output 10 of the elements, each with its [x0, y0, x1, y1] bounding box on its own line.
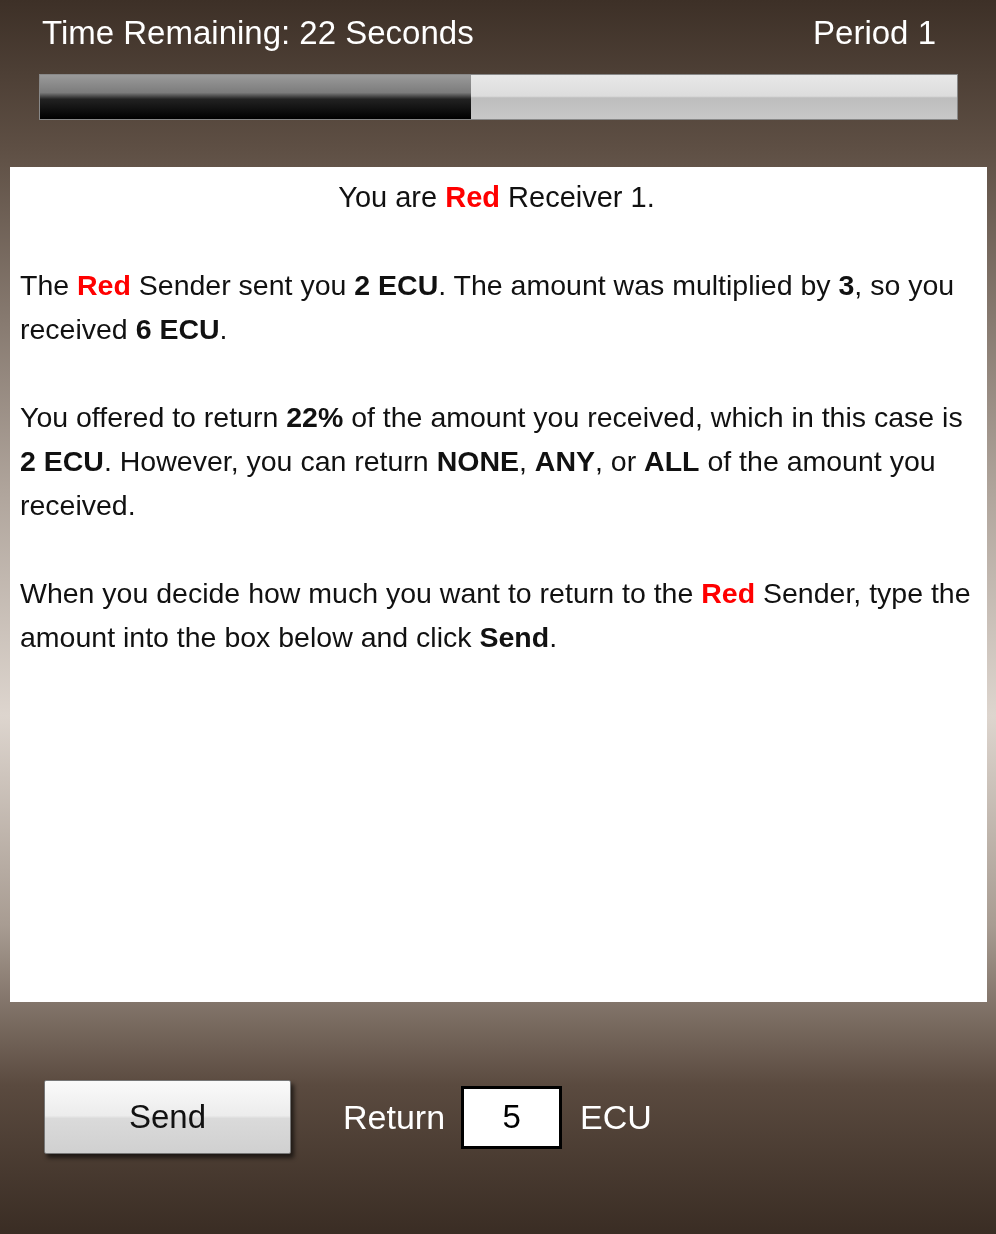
return-label: Return [343, 1097, 446, 1137]
instruction-paragraph: When you decide how much you want to return to the Red Sender, type the amount into the box below and click Send. [20, 576, 972, 655]
period-label: Period 1 [813, 14, 936, 53]
instruction-paragraph: You offered to return 22% of the amount you received, which in this case is 2 ECU. However, you can return NONE, ANY, or ALL of the amount you received. [20, 400, 964, 523]
role-title: You are Red Receiver 1. [337, 180, 656, 215]
time-remaining: Time Remaining: 22 Seconds [42, 14, 474, 53]
amount-field[interactable]: 5 [461, 1085, 563, 1149]
send-button[interactable]: Send [44, 1080, 291, 1154]
instruction-paragraph: The Red Sender sent you 2 ECU. The amount was multiplied by 3, so you received 6 ECU. [20, 268, 956, 347]
unit-label: ECU [580, 1097, 652, 1137]
